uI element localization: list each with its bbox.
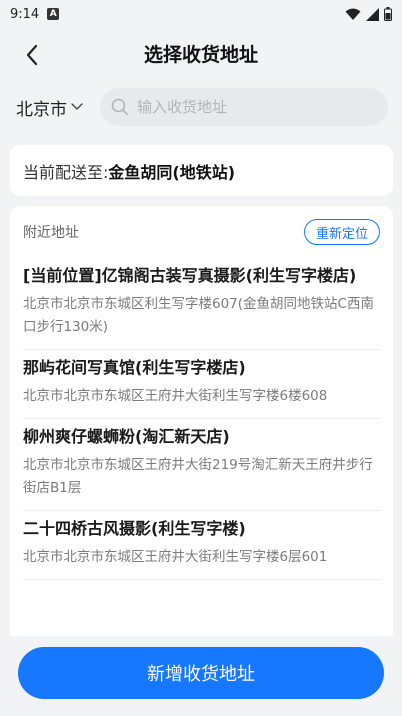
city-selector[interactable]: 北京市 — [16, 95, 100, 120]
add-address-button[interactable]: 新增收货地址 — [18, 647, 384, 699]
city-label: 北京市 — [16, 99, 67, 120]
search-row: 北京市 — [0, 87, 402, 127]
battery-icon — [384, 7, 392, 21]
address-detail: 北京市北京市东城区利生写字楼607(金鱼胡同地铁站C西南口步行130米) — [23, 296, 374, 335]
status-right — [345, 7, 392, 21]
nearby-header: 附近地址 重新定位 — [23, 206, 380, 258]
current-delivery-value: 金鱼胡同(地铁站) — [108, 162, 236, 182]
address-list-item[interactable]: [当前位置]亿锦阁古装写真摄影(利生写字楼店) 北京市北京市东城区利生写字楼60… — [23, 258, 380, 350]
address-name: 柳州爽仔螺蛳粉(淘汇新天店) — [23, 427, 230, 446]
signal-icon — [366, 7, 379, 21]
status-bar: 9:14 A — [0, 0, 402, 28]
search-icon — [111, 98, 129, 116]
address-detail: 北京市北京市东城区王府井大街219号淘汇新天王府井步行街店B1层 — [23, 457, 373, 496]
address-detail: 北京市北京市东城区王府井大街利生写字楼6楼608 — [23, 388, 328, 404]
address-list-item[interactable]: 那屿花间写真馆(利生写字楼店) 北京市北京市东城区王府井大街利生写字楼6楼608 — [23, 350, 380, 419]
nav-bar: 选择收货地址 — [0, 28, 402, 78]
search-box[interactable] — [100, 88, 388, 126]
relocate-button[interactable]: 重新定位 — [303, 219, 380, 245]
search-input[interactable] — [137, 98, 337, 116]
status-left: 9:14 A — [10, 6, 60, 22]
current-delivery-label: 当前配送至: — [23, 162, 109, 182]
back-button[interactable] — [18, 41, 46, 69]
address-detail: 北京市北京市东城区王府井大街利生写字楼6层601 — [23, 549, 328, 565]
nearby-address-card: 附近地址 重新定位 [当前位置]亿锦阁古装写真摄影(利生写字楼店) 北京市北京市… — [10, 206, 393, 636]
chevron-left-icon — [26, 44, 38, 66]
notification-badge-icon: A — [47, 8, 60, 20]
address-name: [当前位置]亿锦阁古装写真摄影(利生写字楼店) — [23, 266, 357, 285]
status-time: 9:14 — [10, 6, 40, 22]
address-list-item[interactable]: 二十四桥古风摄影(利生写字楼) 北京市北京市东城区王府井大街利生写字楼6层601 — [23, 511, 380, 580]
address-name: 二十四桥古风摄影(利生写字楼) — [23, 519, 246, 538]
address-list-item[interactable]: 柳州爽仔螺蛳粉(淘汇新天店) 北京市北京市东城区王府井大街219号淘汇新天王府井… — [23, 419, 380, 511]
page-title: 选择收货地址 — [143, 43, 258, 66]
current-delivery-card: 当前配送至: 金鱼胡同(地铁站) — [10, 145, 393, 196]
nearby-title: 附近地址 — [23, 225, 79, 241]
wifi-icon — [345, 8, 361, 20]
chevron-down-icon — [71, 103, 83, 110]
address-name: 那屿花间写真馆(利生写字楼店) — [23, 358, 246, 377]
